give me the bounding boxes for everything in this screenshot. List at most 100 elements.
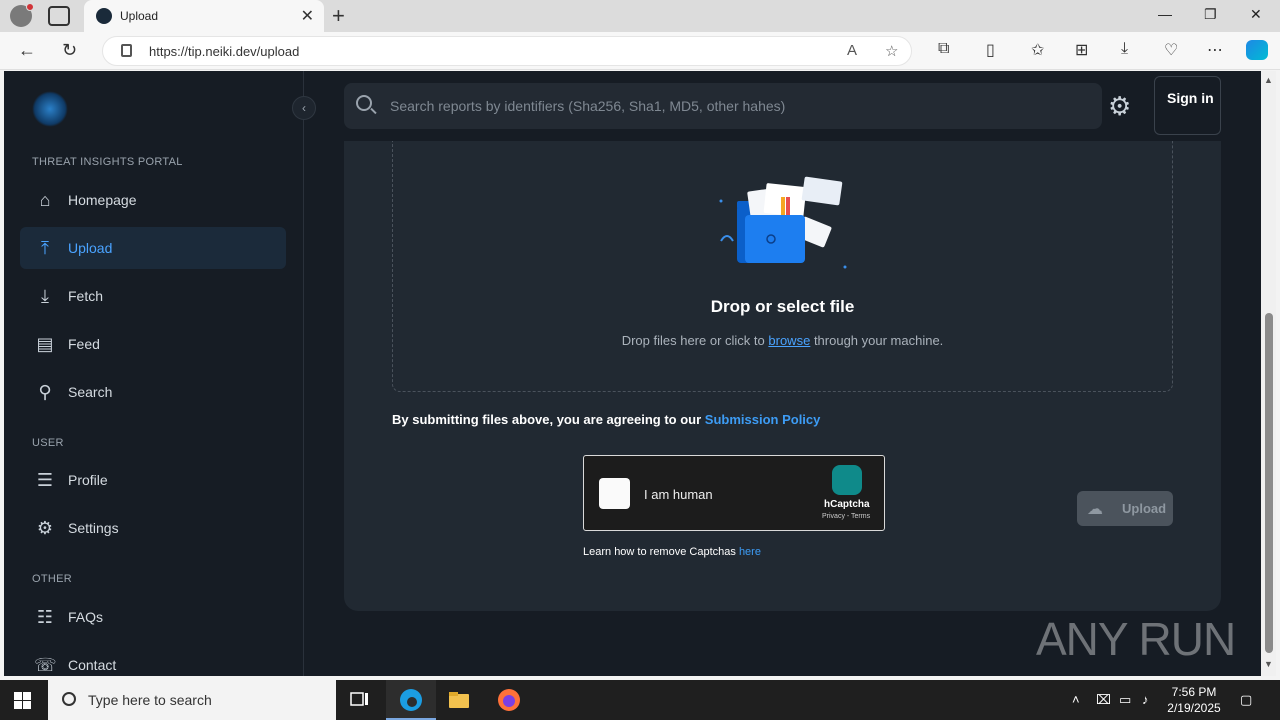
sidebar-item-settings[interactable]: ⚙ Settings bbox=[20, 507, 286, 549]
sidebar-item-label: Profile bbox=[68, 472, 108, 488]
report-search-input[interactable] bbox=[390, 95, 1090, 117]
sidebar-item-feed[interactable]: ▤ Feed bbox=[20, 323, 286, 365]
site-logo[interactable] bbox=[32, 91, 68, 127]
report-search-bar[interactable] bbox=[344, 83, 1102, 129]
scrollbar-thumb[interactable] bbox=[1265, 313, 1273, 653]
captcha-label: I am human bbox=[644, 487, 713, 502]
profile-icon: ☰ bbox=[36, 470, 54, 490]
clock-date: 2/19/2025 bbox=[1167, 701, 1221, 715]
page-viewport: THREAT INSIGHTS PORTAL ⌂ Homepage ⤒ Uplo… bbox=[4, 71, 1261, 676]
scroll-up-icon[interactable]: ▲ bbox=[1264, 75, 1273, 85]
hcaptcha-logo-icon bbox=[832, 465, 862, 495]
task-view-icon[interactable] bbox=[348, 688, 372, 712]
firefox-icon[interactable] bbox=[497, 688, 521, 712]
drop-subtitle: Drop files here or click to browse throu… bbox=[393, 333, 1172, 348]
folder-illustration-icon bbox=[719, 176, 847, 269]
submission-policy-notice: By submitting files above, you are agree… bbox=[392, 412, 820, 427]
sidebar-item-label: Fetch bbox=[68, 288, 104, 304]
sidebar-item-search[interactable]: ⚲ Search bbox=[20, 371, 286, 413]
taskbar-search[interactable]: Type here to search bbox=[48, 680, 336, 720]
url-text: https://tip.neiki.dev/upload bbox=[149, 44, 300, 59]
profile-icon[interactable] bbox=[10, 3, 34, 27]
sidebar-item-homepage[interactable]: ⌂ Homepage bbox=[20, 179, 286, 221]
contact-icon: ☏ bbox=[34, 655, 57, 675]
sidebar-item-contact[interactable]: ☏ Contact bbox=[20, 644, 286, 676]
drop-sub-prefix: Drop files here or click to bbox=[621, 333, 765, 348]
anyrun-watermark: ANY RUN bbox=[1036, 613, 1236, 665]
drop-title: Drop or select file bbox=[710, 297, 855, 316]
captcha-checkbox[interactable] bbox=[599, 478, 630, 509]
scroll-down-icon[interactable]: ▼ bbox=[1264, 659, 1273, 669]
taskbar-search-text: Type here to search bbox=[88, 692, 212, 708]
file-drop-zone[interactable]: Drop or select file Drop files here or c… bbox=[392, 141, 1173, 392]
copilot-icon[interactable] bbox=[1246, 40, 1268, 60]
collapse-sidebar-button[interactable]: ‹ bbox=[292, 96, 316, 120]
windows-start-icon[interactable] bbox=[14, 692, 31, 709]
captcha-help: Learn how to remove Captchas here bbox=[583, 546, 761, 558]
submission-policy-link[interactable]: Submission Policy bbox=[705, 412, 821, 427]
gear-icon[interactable]: ⚙ bbox=[1108, 91, 1131, 122]
upload-card: Drop or select file Drop files here or c… bbox=[344, 141, 1221, 611]
minimize-icon[interactable]: — bbox=[1158, 6, 1172, 22]
address-bar[interactable]: https://tip.neiki.dev/upload A ☆ bbox=[102, 36, 912, 66]
sidebar-item-label: Feed bbox=[68, 336, 100, 352]
sidebar-item-label: Homepage bbox=[68, 192, 137, 208]
clock-time: 7:56 PM bbox=[1171, 685, 1217, 699]
downloads-icon[interactable]: ⤓ bbox=[1121, 40, 1128, 58]
device-icon[interactable]: ⌧ bbox=[1096, 692, 1111, 708]
search-icon bbox=[356, 95, 372, 111]
favorite-star-icon[interactable]: ☆ bbox=[885, 42, 898, 60]
sidebar-item-faqs[interactable]: ☷ FAQs bbox=[20, 596, 286, 638]
close-tab-icon[interactable]: ✕ bbox=[301, 6, 314, 26]
browser-essentials-icon[interactable]: ♡ bbox=[1164, 40, 1178, 60]
show-hidden-icons[interactable]: ˄ bbox=[1072, 692, 1080, 707]
upload-button[interactable]: ☁ Upload bbox=[1077, 491, 1173, 526]
sidebar-item-profile[interactable]: ☰ Profile bbox=[20, 459, 286, 501]
notification-dot bbox=[26, 3, 34, 11]
sidebar-item-label: Upload bbox=[68, 240, 113, 256]
notifications-icon[interactable]: ▢ bbox=[1240, 692, 1252, 708]
volume-icon[interactable]: ♪ bbox=[1142, 692, 1149, 707]
captcha-help-link[interactable]: here bbox=[739, 546, 761, 558]
sidebar-item-label: FAQs bbox=[68, 609, 104, 625]
browser-tab-upload[interactable]: Upload ✕ bbox=[84, 0, 324, 32]
site-favicon-icon bbox=[96, 8, 112, 24]
sign-in-button[interactable]: Sign in bbox=[1154, 76, 1221, 135]
restore-icon[interactable]: ❐ bbox=[1204, 6, 1217, 23]
drop-sub-suffix: through your machine. bbox=[813, 333, 944, 348]
back-icon[interactable]: ← bbox=[18, 40, 36, 61]
policy-text: By submitting files above, you are agree… bbox=[392, 412, 702, 427]
file-explorer-icon[interactable] bbox=[447, 688, 471, 712]
upload-button-label: Upload bbox=[1122, 501, 1167, 516]
sidebar-item-upload[interactable]: ⤒ Upload bbox=[20, 227, 286, 269]
favorites-icon[interactable]: ✩ bbox=[1031, 40, 1044, 60]
tab-actions-icon[interactable] bbox=[48, 6, 70, 26]
upload-icon: ⤒ bbox=[41, 238, 49, 258]
new-tab-icon[interactable]: + bbox=[332, 3, 345, 29]
lock-icon[interactable] bbox=[121, 44, 132, 57]
home-icon: ⌂ bbox=[39, 190, 51, 210]
refresh-icon[interactable]: ↻ bbox=[62, 40, 77, 61]
captcha-brand: hCaptcha bbox=[824, 499, 870, 510]
split-screen-icon[interactable]: ▯ bbox=[986, 40, 995, 60]
close-window-icon[interactable]: ✕ bbox=[1250, 6, 1262, 23]
system-clock[interactable]: 7:56 PM 2/19/2025 bbox=[1162, 684, 1226, 716]
collections-icon[interactable]: ⊞ bbox=[1075, 40, 1088, 60]
section-portal: THREAT INSIGHTS PORTAL bbox=[32, 156, 183, 168]
page-scrollbar[interactable]: ▲ ▼ bbox=[1261, 71, 1276, 676]
main-content: ⚙ Sign in Drop bbox=[304, 71, 1261, 676]
network-icon[interactable]: ▭ bbox=[1119, 692, 1131, 708]
gear-icon: ⚙ bbox=[36, 518, 54, 538]
more-menu-icon[interactable]: ⋯ bbox=[1207, 40, 1223, 60]
edge-browser-icon[interactable] bbox=[399, 688, 423, 712]
sidebar: THREAT INSIGHTS PORTAL ⌂ Homepage ⤒ Uplo… bbox=[4, 71, 304, 676]
captcha-terms-link[interactable]: Privacy - Terms bbox=[822, 513, 870, 520]
read-aloud-icon[interactable]: A bbox=[847, 42, 857, 59]
windows-taskbar: Type here to search ˄ ⌧ ▭ ♪ 7:56 PM 2/19… bbox=[0, 680, 1280, 720]
sidebar-item-label: Search bbox=[68, 384, 113, 400]
extensions-icon[interactable]: ⧉ bbox=[938, 40, 949, 58]
browse-link[interactable]: browse bbox=[768, 333, 810, 348]
captcha-help-text: Learn how to remove Captchas bbox=[583, 546, 736, 558]
sidebar-item-fetch[interactable]: ⤓ Fetch bbox=[20, 275, 286, 317]
browser-tab-bar: Upload ✕ + — ❐ ✕ bbox=[0, 0, 1280, 32]
